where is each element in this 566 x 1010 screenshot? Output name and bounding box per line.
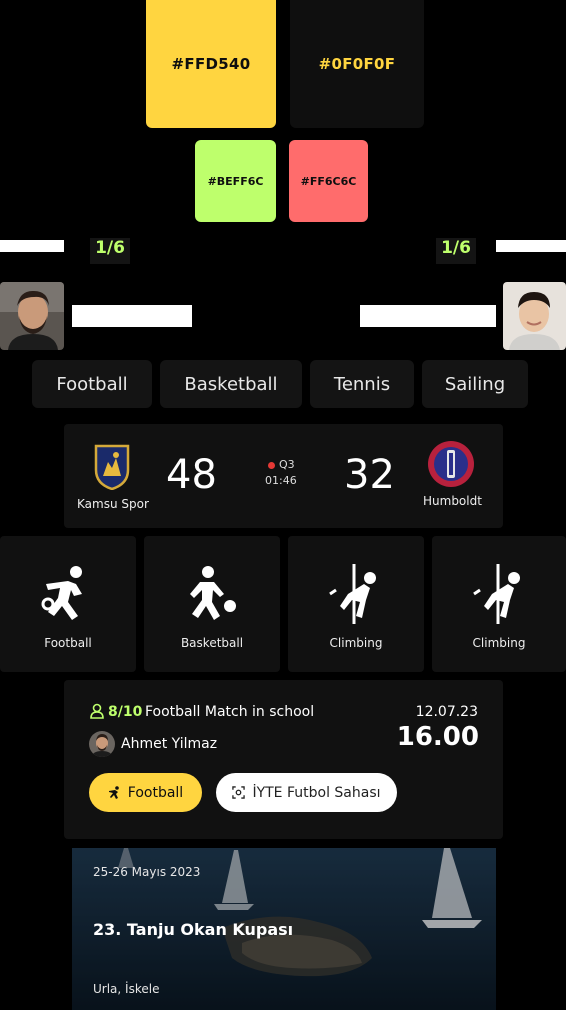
period-indicator: Q3 <box>268 458 295 471</box>
swatch-background-label: #0F0F0F <box>318 55 396 73</box>
sport-card-climbing-2[interactable]: Climbing <box>432 536 566 672</box>
swatch-danger-label: #FF6C6C <box>300 174 357 188</box>
left-progress-bar <box>0 240 64 252</box>
scoreboard[interactable]: Kamsu Spor 48 Q3 01:46 32 Humboldt <box>64 424 503 528</box>
home-score: 48 <box>166 452 217 498</box>
sport-label: Climbing <box>472 636 526 650</box>
left-score-chip: 1/6 <box>90 238 130 264</box>
away-score: 32 <box>344 452 395 498</box>
left-player-avatar[interactable] <box>0 282 64 350</box>
swatch-primary-label: #FFD540 <box>171 55 251 73</box>
swatch-primary: #FFD540 <box>146 0 276 128</box>
avatar-man-beard-icon <box>0 282 64 350</box>
football-player-icon <box>41 566 82 620</box>
period: Q3 <box>279 458 295 471</box>
sport-card-basketball[interactable]: Basketball <box>144 536 280 672</box>
match-time: 16.00 <box>396 722 479 752</box>
right-score-chip: 1/6 <box>436 238 476 264</box>
right-player-avatar[interactable] <box>503 282 566 350</box>
person-icon <box>90 703 104 719</box>
basketball-player-icon <box>190 566 236 620</box>
home-team-name: Kamsu Spor <box>77 497 149 511</box>
organizer-avatar <box>89 731 115 757</box>
swatch-danger: #FF6C6C <box>289 140 368 222</box>
away-team-name: Humboldt <box>423 494 482 508</box>
live-dot-icon <box>268 461 275 469</box>
tab-sailing-label: Sailing <box>444 373 506 395</box>
event-location: Urla, İskele <box>93 982 160 996</box>
avatar-man-beard-icon <box>89 731 115 757</box>
swatch-success: #BEFF6C <box>195 140 276 222</box>
left-score: 1/6 <box>95 238 125 258</box>
event-card[interactable]: 25-26 Mayıs 2023 23. Tanju Okan Kupası U… <box>72 848 496 1010</box>
football-player-icon <box>108 785 119 799</box>
tab-football-label: Football <box>56 373 128 395</box>
scan-location-icon <box>232 786 246 799</box>
right-progress-bar <box>496 240 566 252</box>
climbing-icon <box>329 564 376 624</box>
right-player-name-bar <box>360 305 496 327</box>
sport-label: Climbing <box>329 636 383 650</box>
sport-pill-label: Football <box>127 784 184 801</box>
shield-crest-icon <box>94 444 130 490</box>
sport-label: Football <box>44 636 92 650</box>
sport-label: Basketball <box>180 636 244 650</box>
sport-pill-button[interactable]: Football <box>89 773 202 812</box>
tab-football[interactable]: Football <box>32 360 152 408</box>
swatch-background: #0F0F0F <box>290 0 424 128</box>
game-clock: 01:46 <box>265 474 297 487</box>
sport-card-football[interactable]: Football <box>0 536 136 672</box>
event-date: 25-26 Mayıs 2023 <box>93 865 201 879</box>
climbing-icon <box>473 564 520 624</box>
location-pill-button[interactable]: İYTE Futbol Sahası <box>216 773 397 812</box>
tab-basketball-label: Basketball <box>184 373 278 395</box>
tab-basketball[interactable]: Basketball <box>160 360 302 408</box>
tab-tennis[interactable]: Tennis <box>310 360 414 408</box>
location-pill-label: İYTE Futbol Sahası <box>252 784 381 801</box>
tab-sailing[interactable]: Sailing <box>422 360 528 408</box>
match-card[interactable]: 8/10 Football Match in school 12.07.23 1… <box>64 680 503 839</box>
match-date: 12.07.23 <box>415 704 478 720</box>
event-title: 23. Tanju Okan Kupası <box>93 920 294 939</box>
sport-card-climbing[interactable]: Climbing <box>288 536 424 672</box>
avatar-young-man-icon <box>503 282 566 350</box>
match-title: Football Match in school <box>145 704 315 720</box>
round-club-badge-icon <box>428 441 474 487</box>
participant-count: 8/10 <box>108 704 143 720</box>
swatch-success-label: #BEFF6C <box>207 174 264 188</box>
tab-tennis-label: Tennis <box>333 373 391 395</box>
organizer-name: Ahmet Yilmaz <box>121 736 218 752</box>
right-score: 1/6 <box>441 238 471 258</box>
left-player-name-bar <box>72 305 192 327</box>
